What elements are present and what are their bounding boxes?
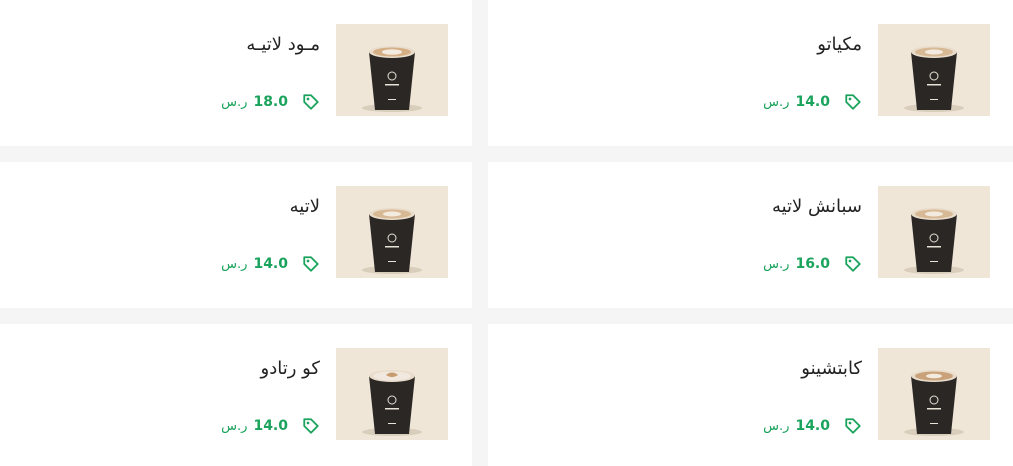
product-price: ر.س 14.0 [221, 255, 320, 273]
product-name[interactable]: مكياتو [817, 34, 862, 55]
product-image[interactable] [878, 348, 990, 440]
product-price: ر.س 14.0 [763, 93, 862, 111]
product-name[interactable]: لاتيه [290, 196, 320, 217]
price-tag-icon [844, 93, 862, 111]
product-card[interactable]: كو رتادو ر.س 14.0 [0, 324, 472, 466]
price-amount: 16.0 [795, 256, 830, 272]
product-card[interactable]: مـود لاتيـه ر.س 18.0 [0, 0, 472, 146]
price-currency: ر.س [763, 94, 790, 110]
product-image[interactable] [336, 348, 448, 440]
product-image[interactable] [878, 24, 990, 116]
product-card[interactable]: كابتشينو ر.س 14.0 [488, 324, 1013, 466]
product-card[interactable]: مكياتو ر.س 14.0 [488, 0, 1013, 146]
price-tag-icon [302, 93, 320, 111]
price-currency: ر.س [221, 94, 248, 110]
price-currency: ر.س [221, 256, 248, 272]
product-card[interactable]: لاتيه ر.س 14.0 [0, 162, 472, 308]
price-amount: 18.0 [253, 94, 288, 110]
price-amount: 14.0 [253, 256, 288, 272]
product-name[interactable]: كابتشينو [801, 358, 862, 379]
price-tag-icon [844, 417, 862, 435]
product-price: ر.س 16.0 [763, 255, 862, 273]
product-price: ر.س 14.0 [763, 417, 862, 435]
price-tag-icon [302, 417, 320, 435]
product-image[interactable] [336, 24, 448, 116]
price-currency: ر.س [763, 256, 790, 272]
product-price: ر.س 14.0 [221, 417, 320, 435]
price-tag-icon [302, 255, 320, 273]
price-amount: 14.0 [795, 418, 830, 434]
price-currency: ر.س [221, 418, 248, 434]
price-tag-icon [844, 255, 862, 273]
product-name[interactable]: كو رتادو [261, 358, 320, 379]
product-grid: مكياتو ر.س 14.0 مـود لاتيـه ر.س 18.0 سبا… [0, 0, 1013, 466]
price-amount: 14.0 [253, 418, 288, 434]
price-amount: 14.0 [795, 94, 830, 110]
product-image[interactable] [878, 186, 990, 278]
product-image[interactable] [336, 186, 448, 278]
price-currency: ر.س [763, 418, 790, 434]
product-card[interactable]: سبانش لاتيه ر.س 16.0 [488, 162, 1013, 308]
product-name[interactable]: سبانش لاتيه [772, 196, 862, 217]
product-name[interactable]: مـود لاتيـه [246, 34, 320, 55]
product-price: ر.س 18.0 [221, 93, 320, 111]
